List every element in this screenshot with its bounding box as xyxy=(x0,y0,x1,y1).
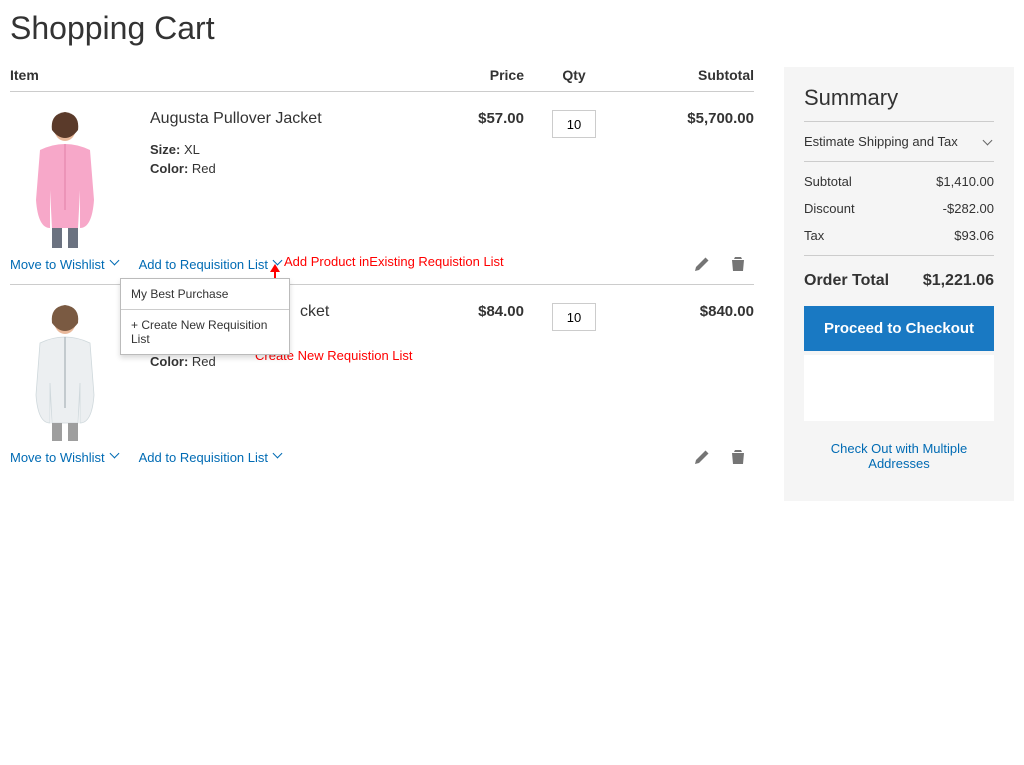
color-label: Color: xyxy=(150,354,188,369)
product-thumbnail[interactable] xyxy=(10,303,120,443)
move-to-wishlist-link[interactable]: Move to Wishlist xyxy=(10,257,121,272)
summary-panel: Summary Estimate Shipping and Tax Subtot… xyxy=(784,67,1014,501)
summary-value: $1,410.00 xyxy=(936,174,994,189)
requisition-create-item[interactable]: + Create New Requisition List xyxy=(121,309,289,354)
qty-input[interactable] xyxy=(552,110,596,138)
price-value: $57.00 xyxy=(414,110,524,127)
multiple-addresses-link[interactable]: Check Out with Multiple Addresses xyxy=(804,441,994,471)
col-header-item: Item xyxy=(10,67,414,83)
requisition-dropdown: My Best Purchase + Create New Requisitio… xyxy=(120,278,290,355)
product-name[interactable]: Augusta Pullover Jacket xyxy=(150,110,414,128)
wishlist-label: Move to Wishlist xyxy=(10,450,105,465)
price-value: $84.00 xyxy=(414,303,524,320)
wishlist-label: Move to Wishlist xyxy=(10,257,105,272)
color-value: Red xyxy=(192,354,216,369)
edit-icon[interactable] xyxy=(694,449,710,465)
cart-row: Augusta Pullover Jacket Size: XL Color: … xyxy=(10,92,754,285)
move-to-wishlist-link[interactable]: Move to Wishlist xyxy=(10,450,121,465)
chevron-down-icon xyxy=(274,259,284,269)
summary-line: Tax $93.06 xyxy=(804,222,994,249)
chevron-down-icon xyxy=(111,452,121,462)
estimate-shipping-toggle[interactable]: Estimate Shipping and Tax xyxy=(804,128,994,155)
chevron-down-icon xyxy=(984,137,994,147)
summary-value: $93.06 xyxy=(954,228,994,243)
product-name[interactable]: cket xyxy=(300,303,414,321)
summary-title: Summary xyxy=(804,85,994,111)
summary-label: Discount xyxy=(804,201,855,216)
col-header-subtotal: Subtotal xyxy=(624,67,754,83)
page-title: Shopping Cart xyxy=(10,10,1014,47)
subtotal-value: $840.00 xyxy=(624,303,754,320)
color-value: Red xyxy=(192,161,216,176)
requisition-existing-item[interactable]: My Best Purchase xyxy=(121,279,289,309)
order-total-value: $1,221.06 xyxy=(923,272,994,290)
col-header-price: Price xyxy=(414,67,524,83)
add-to-requisition-link[interactable]: Add to Requisition List xyxy=(139,450,284,465)
requisition-label: Add to Requisition List xyxy=(139,450,268,465)
color-label: Color: xyxy=(150,161,188,176)
chevron-down-icon xyxy=(274,452,284,462)
trash-icon[interactable] xyxy=(730,449,746,465)
summary-value: -$282.00 xyxy=(943,201,994,216)
edit-icon[interactable] xyxy=(694,256,710,272)
size-value: XL xyxy=(184,142,200,157)
estimate-label: Estimate Shipping and Tax xyxy=(804,134,958,149)
payment-block xyxy=(804,355,994,421)
order-total-label: Order Total xyxy=(804,272,889,290)
summary-line: Subtotal $1,410.00 xyxy=(804,168,994,195)
cart-table: Item Price Qty Subtotal xyxy=(10,67,754,477)
summary-label: Tax xyxy=(804,228,824,243)
add-to-requisition-link[interactable]: Add to Requisition List xyxy=(139,257,284,272)
col-header-qty: Qty xyxy=(524,67,624,83)
chevron-down-icon xyxy=(111,259,121,269)
summary-label: Subtotal xyxy=(804,174,852,189)
subtotal-value: $5,700.00 xyxy=(624,110,754,127)
summary-line: Discount -$282.00 xyxy=(804,195,994,222)
requisition-label: Add to Requisition List xyxy=(139,257,268,272)
trash-icon[interactable] xyxy=(730,256,746,272)
product-thumbnail[interactable] xyxy=(10,110,120,250)
proceed-checkout-button[interactable]: Proceed to Checkout xyxy=(804,306,994,351)
size-label: Size: xyxy=(150,142,180,157)
qty-input[interactable] xyxy=(552,303,596,331)
